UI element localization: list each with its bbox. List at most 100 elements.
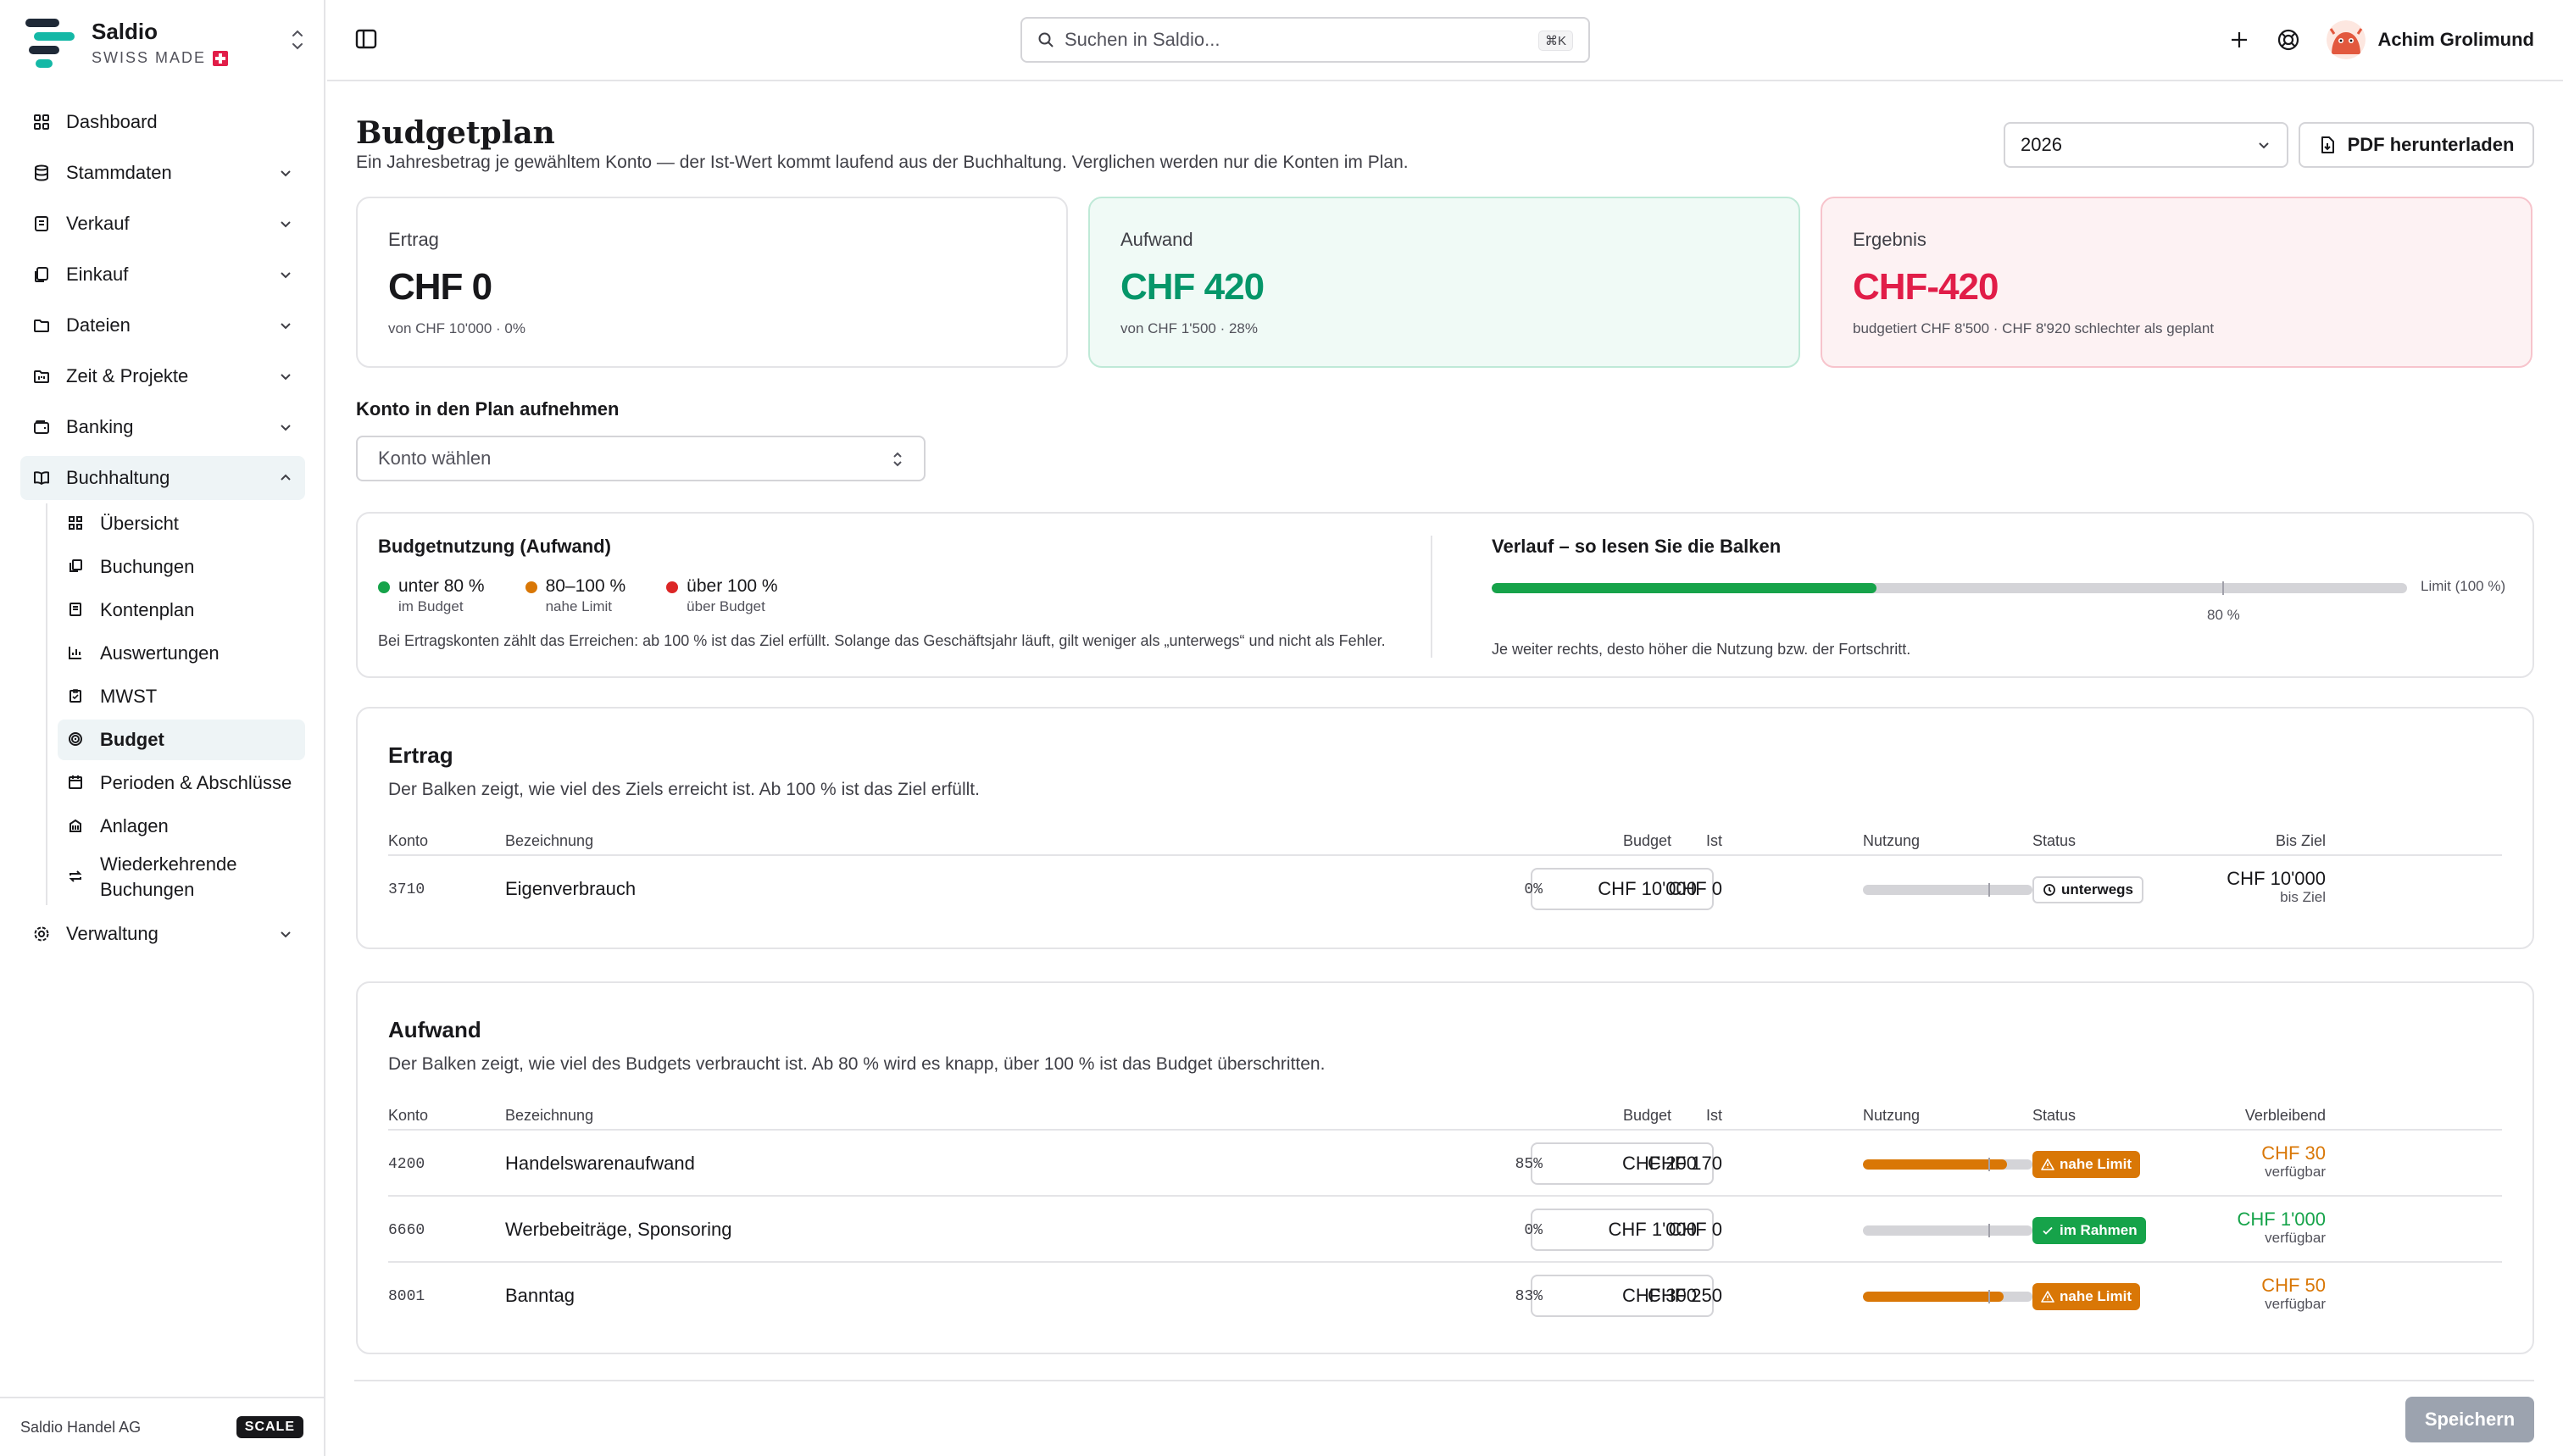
avatar[interactable] xyxy=(2327,20,2366,59)
receipt-icon xyxy=(32,214,51,233)
user-name[interactable]: Achim Grolimund xyxy=(2377,29,2534,51)
sub-label: Perioden & Abschlüsse xyxy=(100,772,292,793)
sidebar-toggle-icon[interactable] xyxy=(354,27,378,51)
clipboard-icon xyxy=(68,688,85,705)
plus-icon[interactable] xyxy=(2228,29,2250,51)
account-select[interactable]: Konto wählen xyxy=(356,436,926,481)
legend-demo: Verlauf – so lesen Sie die Balken Limit … xyxy=(1492,536,2517,658)
save-button[interactable]: Speichern xyxy=(2405,1397,2534,1442)
usage-bar xyxy=(1863,1159,2032,1170)
sub-label: Kontenplan xyxy=(100,599,195,620)
calendar-icon xyxy=(68,775,85,792)
remaining-value: CHF 50 xyxy=(2261,1275,2326,1296)
col-status: Status xyxy=(2032,1107,2077,1124)
col-budget: Budget xyxy=(1622,1107,1671,1124)
aufwand-table: Konto Bezeichnung Budget Ist Nutzung Ver… xyxy=(388,1100,2502,1329)
nav-dashboard[interactable]: Dashboard xyxy=(20,100,305,144)
remaining-value: CHF 30 xyxy=(2261,1142,2326,1164)
sub-kontenplan[interactable]: Kontenplan xyxy=(58,590,305,631)
nav-label: Stammdaten xyxy=(66,162,172,183)
legend-title: Budgetnutzung (Aufwand) xyxy=(378,536,611,557)
legend-item: unter 80 % im Budget xyxy=(378,576,485,615)
remaining: CHF 1'000 verfügbar xyxy=(2238,1209,2326,1247)
pdf-download-button[interactable]: PDF herunterladen xyxy=(2299,122,2534,168)
remaining: CHF 30 verfügbar xyxy=(2261,1142,2326,1181)
sub-mwst[interactable]: MWST xyxy=(58,676,305,717)
table-header: Konto Bezeichnung Budget Ist Nutzung Bis… xyxy=(388,825,2502,856)
legend-card: Budgetnutzung (Aufwand) unter 80 % im Bud… xyxy=(356,512,2534,678)
remaining: CHF 50 verfügbar xyxy=(2261,1275,2326,1313)
check-icon xyxy=(2041,1224,2054,1237)
help-icon[interactable] xyxy=(2276,27,2301,53)
chevron-up-down-icon[interactable] xyxy=(290,27,305,53)
nav-label: Verkauf xyxy=(66,213,130,234)
section-title: Ertrag xyxy=(388,742,453,768)
actual-value: CHF 0 xyxy=(1668,878,1722,899)
sub-auswertungen[interactable]: Auswertungen xyxy=(58,633,305,674)
search-input[interactable]: Suchen in Saldio... ⌘K xyxy=(1020,17,1590,63)
grid-icon xyxy=(32,113,51,131)
col-konto: Konto xyxy=(388,1107,429,1124)
target-icon xyxy=(68,731,85,748)
sub-buchungen[interactable]: Buchungen xyxy=(58,547,305,587)
sub-anlagen[interactable]: Anlagen xyxy=(58,806,305,847)
sub-label: Wiederkehrende Buchungen xyxy=(100,853,237,900)
legend-label: unter 80 % xyxy=(398,576,485,596)
page-description: Ein Jahresbetrag je gewähltem Konto — de… xyxy=(356,153,1409,172)
legend-sub: über Budget xyxy=(687,598,765,614)
wallet-icon xyxy=(32,418,51,436)
demo-progress-bar xyxy=(1492,583,2407,593)
legend-dot xyxy=(378,581,390,593)
demo-80-marker xyxy=(2222,581,2224,595)
remaining: CHF 10'000 bis Ziel xyxy=(2227,868,2326,906)
folder-icon xyxy=(32,316,51,335)
sub-wiederkehrend[interactable]: Wiederkehrende Buchungen xyxy=(58,849,305,905)
nav-dateien[interactable]: Dateien xyxy=(20,303,305,347)
section-description: Der Balken zeigt, wie viel des Budgets v… xyxy=(388,1054,1326,1074)
kpi-ertrag: Ertrag CHF 0 von CHF 10'000 · 0% xyxy=(356,197,1068,368)
divider xyxy=(1431,536,1432,658)
col-nutzung: Nutzung xyxy=(1863,1107,1921,1124)
nav-label: Dateien xyxy=(66,314,131,336)
remaining-sub: verfügbar xyxy=(2265,1230,2326,1247)
buchhaltung-subnav: Übersicht Buchungen Kontenplan Auswertun… xyxy=(46,503,305,905)
nav-einkauf[interactable]: Einkauf xyxy=(20,253,305,297)
saldio-logo xyxy=(25,17,75,68)
table-row: 6660 Werbebeiträge, Sponsoring CHF 1'000… xyxy=(388,1197,2502,1263)
brand[interactable]: Saldio SWISS MADE xyxy=(25,17,305,68)
database-icon xyxy=(32,164,51,182)
sidebar-footer: Saldio Handel AG SCALE xyxy=(0,1397,324,1456)
aufwand-card: Aufwand Der Balken zeigt, wie viel des B… xyxy=(356,981,2534,1354)
col-status: Status xyxy=(2032,832,2077,849)
ertrag-table: Konto Bezeichnung Budget Ist Nutzung Bis… xyxy=(388,825,2502,922)
col-budget: Budget xyxy=(1622,832,1671,849)
plan-badge[interactable]: SCALE xyxy=(236,1416,303,1438)
topbar-actions: Achim Grolimund xyxy=(2228,20,2534,59)
ertrag-card: Ertrag Der Balken zeigt, wie viel des Zi… xyxy=(356,707,2534,949)
nav-label: Einkauf xyxy=(66,264,129,285)
year-select[interactable]: 2026 xyxy=(2004,122,2288,168)
sub-budget[interactable]: Budget xyxy=(58,720,305,760)
remaining-value: CHF 1'000 xyxy=(2237,1209,2326,1230)
bar-chart-icon xyxy=(68,645,85,662)
nav-banking[interactable]: Banking xyxy=(20,405,305,449)
actual-value: CHF 250 xyxy=(1647,1285,1722,1306)
sub-uebersicht[interactable]: Übersicht xyxy=(58,503,305,544)
search-icon xyxy=(1037,31,1054,48)
search-placeholder: Suchen in Saldio... xyxy=(1065,29,1220,50)
nav-zeit-projekte[interactable]: Zeit & Projekte xyxy=(20,354,305,398)
chevron-up-down-icon xyxy=(890,449,905,470)
chevron-down-icon xyxy=(278,216,293,231)
kpi-value: CHF-420 xyxy=(1853,266,1999,308)
nav-stammdaten[interactable]: Stammdaten xyxy=(20,151,305,195)
nav-buchhaltung[interactable]: Buchhaltung xyxy=(20,456,305,500)
section-title: Aufwand xyxy=(388,1017,481,1042)
account-number: 3710 xyxy=(388,881,425,898)
nav-verkauf[interactable]: Verkauf xyxy=(20,202,305,246)
book-open-icon xyxy=(32,469,51,487)
sub-perioden[interactable]: Perioden & Abschlüsse xyxy=(58,763,305,803)
nav-verwaltung[interactable]: Verwaltung xyxy=(20,912,305,956)
usage-percent: 83% xyxy=(1515,1288,1543,1305)
account-name: Eigenverbrauch xyxy=(505,878,637,899)
col-verbleibend: Verbleibend xyxy=(2244,1107,2326,1124)
